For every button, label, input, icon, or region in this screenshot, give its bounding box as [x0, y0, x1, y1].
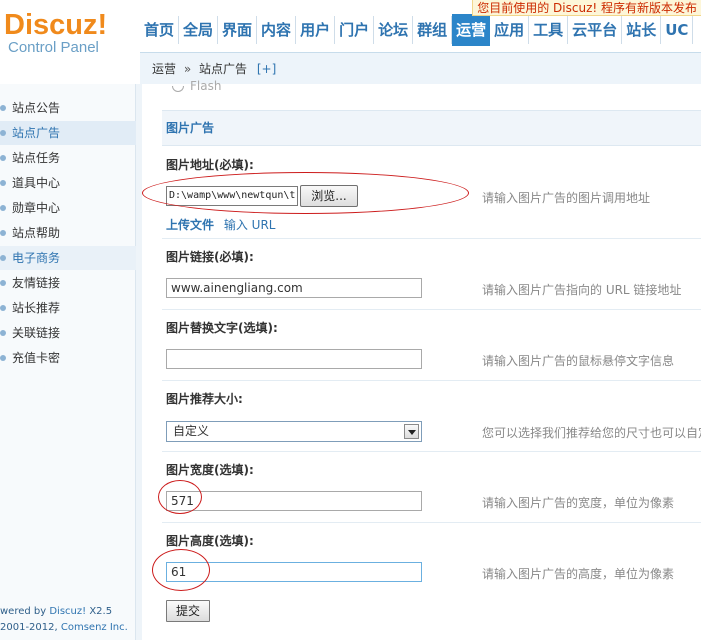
nav-home[interactable]: 首页 [140, 16, 180, 44]
sidebar: 站点公告 站点广告 站点任务 道具中心 勋章中心 站点帮助 电子商务 友情链接 … [0, 84, 136, 640]
nav-forum[interactable]: 论坛 [374, 16, 414, 44]
radio-flash[interactable] [172, 86, 184, 92]
nav-apps[interactable]: 应用 [490, 16, 530, 44]
image-height-hint: 请输入图片广告的高度，单位为像素 [482, 567, 675, 581]
sidebar-item-recharge-cards[interactable]: 充值卡密 [0, 346, 136, 370]
browse-button[interactable]: 浏览... [300, 185, 358, 207]
logo[interactable]: Discuz! Control Panel [4, 10, 134, 70]
comsenz-link[interactable]: Comsenz Inc. [61, 622, 128, 633]
breadcrumb-page: 站点广告 [199, 62, 248, 76]
nav-portal[interactable]: 门户 [335, 16, 375, 44]
sidebar-item-friend-links[interactable]: 友情链接 [0, 271, 136, 295]
sidebar-item-announcements[interactable]: 站点公告 [0, 96, 136, 120]
image-height-label: 图片高度(选填): [166, 534, 254, 548]
powered-by: wered by Discuz! X2.5 [0, 606, 113, 617]
image-size-selected: 自定义 [173, 424, 210, 438]
radio-flash-label: Flash [190, 79, 222, 93]
image-width-hint: 请输入图片广告的宽度，单位为像素 [482, 496, 675, 510]
image-size-label: 图片推荐大小: [166, 392, 243, 406]
breadcrumb-section: 运营 [152, 62, 177, 76]
image-width-label: 图片宽度(选填): [166, 463, 254, 477]
sidebar-footer: wered by Discuz! X2.5 2001-2012, Comsenz… [0, 604, 136, 636]
nav-webmaster[interactable]: 站长 [622, 16, 662, 44]
image-url-hint: 请输入图片广告的图片调用地址 [482, 191, 651, 205]
row-divider [162, 380, 701, 381]
bullet-icon [0, 330, 6, 336]
file-path-input[interactable]: D:\wamp\www\newtqun\t [166, 186, 298, 206]
image-alt-label: 图片替换文字(选填): [166, 321, 278, 335]
row-divider [162, 522, 701, 523]
main-content: Flash 图片广告 图片地址(必填): D:\wamp\www\newtqun… [142, 79, 701, 640]
nav-content[interactable]: 内容 [257, 16, 297, 44]
nav-cloud[interactable]: 云平台 [568, 16, 623, 44]
sidebar-item-props[interactable]: 道具中心 [0, 171, 136, 195]
bullet-icon [0, 230, 6, 236]
nav-groups[interactable]: 群组 [413, 16, 453, 44]
bullet-icon [0, 280, 6, 286]
nav-users[interactable]: 用户 [296, 16, 336, 44]
logo-subtitle: Control Panel [8, 39, 99, 56]
sidebar-item-tasks[interactable]: 站点任务 [0, 146, 136, 170]
header: Discuz! Control Panel 首页 全局 界面 内容 用户 门户 … [0, 0, 701, 84]
sidebar-item-medals[interactable]: 勋章中心 [0, 196, 136, 220]
top-nav: 首页 全局 界面 内容 用户 门户 论坛 群组 运营 应用 工具 云平台 站长 … [140, 14, 694, 46]
bullet-icon [0, 255, 6, 261]
bullet-icon [0, 155, 6, 161]
image-url-label: 图片地址(必填): [166, 158, 254, 172]
logo-brand: Discuz! [4, 9, 108, 41]
sidebar-group-ecommerce[interactable]: 电子商务 [0, 246, 136, 270]
nav-uc[interactable]: UC [661, 16, 694, 44]
copyright: 2001-2012, Comsenz Inc. [0, 622, 128, 633]
update-notice[interactable]: 您目前使用的 Discuz! 程序有新版本发布 [472, 0, 701, 16]
image-link-label: 图片链接(必填): [166, 250, 254, 264]
upload-file-link[interactable]: 上传文件 [166, 218, 214, 232]
upload-mode-links: 上传文件 输入 URL [166, 216, 275, 233]
row-divider [162, 238, 701, 239]
sidebar-item-related-links[interactable]: 关联链接 [0, 321, 136, 345]
sidebar-item-site-ads[interactable]: 站点广告 [0, 121, 136, 145]
nav-operations[interactable]: 运营 [452, 14, 491, 46]
bullet-icon [0, 130, 6, 136]
breadcrumb: 运营 » 站点广告 [+] [140, 52, 701, 84]
nav-interface[interactable]: 界面 [218, 16, 258, 44]
row-divider [162, 309, 701, 310]
image-alt-input[interactable] [166, 349, 422, 369]
image-link-input[interactable]: www.ainengliang.com [166, 278, 422, 298]
bullet-icon [0, 355, 6, 361]
nav-global[interactable]: 全局 [179, 16, 219, 44]
add-shortcut-button[interactable]: [+] [257, 62, 276, 76]
breadcrumb-separator: » [183, 62, 192, 76]
discuz-link[interactable]: Discuz! [49, 606, 86, 617]
image-height-input[interactable]: 61 [166, 562, 422, 582]
image-size-select[interactable]: 自定义 [166, 421, 422, 442]
nav-tools[interactable]: 工具 [529, 16, 569, 44]
row-divider [162, 451, 701, 452]
bullet-icon [0, 305, 6, 311]
image-link-hint: 请输入图片广告指向的 URL 链接地址 [482, 283, 682, 297]
sidebar-item-recommend[interactable]: 站长推荐 [0, 296, 136, 320]
chevron-down-icon[interactable] [404, 424, 419, 439]
enter-url-link[interactable]: 输入 URL [224, 218, 276, 232]
image-width-input[interactable]: 571 [166, 491, 422, 511]
bullet-icon [0, 105, 6, 111]
bullet-icon [0, 205, 6, 211]
image-alt-hint: 请输入图片广告的鼠标悬停文字信息 [482, 354, 675, 368]
image-size-hint: 您可以选择我们推荐给您的尺寸也可以自定义 [482, 426, 701, 440]
bullet-icon [0, 180, 6, 186]
sidebar-item-help[interactable]: 站点帮助 [0, 221, 136, 245]
section-title: 图片广告 [162, 110, 701, 146]
submit-button[interactable]: 提交 [166, 600, 210, 622]
